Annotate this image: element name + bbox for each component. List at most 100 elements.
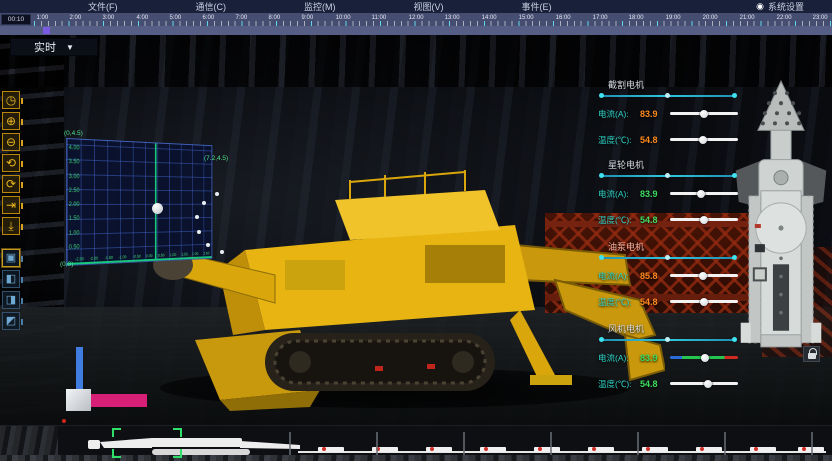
bracket-corner	[173, 428, 182, 437]
current-label: 电流(A):	[598, 108, 640, 120]
line-dot	[732, 93, 737, 98]
section-x-label: 2.50	[203, 251, 209, 256]
menu-item[interactable]: 事件(E)	[522, 0, 552, 13]
timeline-ruler[interactable]: 00:10 1:002:003:004:005:006:007:008:009:…	[0, 13, 832, 26]
motor-temperature-row: 温度(℃): 54.8	[598, 294, 738, 309]
timeline-tick-label: 14:00	[482, 14, 497, 20]
timeline-position-marker[interactable]	[43, 27, 50, 34]
panel-connector-line	[600, 95, 736, 97]
section-y-label: 1.00	[69, 230, 80, 236]
line-dot	[665, 93, 670, 98]
current-slider[interactable]	[670, 356, 738, 359]
section-y-label: 4.00	[69, 145, 80, 151]
timeline-track[interactable]	[0, 26, 832, 35]
temperature-value: 54.8	[640, 135, 666, 145]
motor-panel-title: 油泵电机	[608, 240, 738, 253]
slider-thumb[interactable]	[704, 380, 712, 388]
probe-dot	[195, 215, 199, 219]
view-preset-button[interactable]: ▣	[2, 249, 20, 267]
view-cube-icon: ◩	[6, 316, 16, 327]
view-cube-icon: ◧	[6, 274, 16, 285]
minimap-selection-box[interactable]	[112, 428, 182, 458]
current-label: 电流(A):	[598, 188, 640, 200]
cutting-section-grid: 4.003.503.002.502.001.501.000.50 -2.50-2…	[66, 138, 212, 266]
view-preset-button[interactable]: ◨	[2, 291, 20, 309]
slider-thumb[interactable]	[701, 354, 709, 362]
motor-panel: 风机电机 电流(A): 83.9 温度(℃): 54.8	[598, 322, 738, 391]
lock-icon	[808, 353, 816, 359]
current-slider[interactable]	[670, 112, 738, 115]
view-preset-button[interactable]: ◩	[2, 312, 20, 330]
lock-button[interactable]	[803, 346, 820, 362]
app-window: 文件(F) 通信(C) 监控(M) 视图(V) 事件(E) ◉ 系统设置 00:10 1…	[0, 0, 832, 461]
section-y-label: 0.50	[69, 245, 80, 251]
tool-button[interactable]: ⇥	[2, 196, 20, 214]
line-dot	[599, 93, 604, 98]
line-dot	[732, 337, 737, 342]
cutter-position-dot	[152, 203, 163, 214]
tool-icon: ⟳	[6, 178, 16, 190]
section-x-label: -1.50	[104, 255, 112, 260]
section-y-label: 3.50	[69, 159, 80, 165]
probe-dot	[215, 192, 219, 196]
timeline-tick-label: 1:00	[37, 14, 49, 20]
motor-temperature-row: 温度(℃): 54.8	[598, 212, 738, 227]
line-dot	[732, 255, 737, 260]
tool-button[interactable]: ◷	[2, 91, 20, 109]
timeline-tick-label: 11:00	[372, 14, 387, 20]
menu-item[interactable]: 监控(M)	[304, 0, 336, 13]
current-slider[interactable]	[670, 192, 738, 195]
motor-current-row: 电流(A): 83.9	[598, 186, 738, 201]
timeline-tick-label: 4:00	[136, 14, 148, 20]
timeline-cursor-readout: 00:10	[1, 14, 31, 25]
minimap-strip[interactable]	[0, 425, 832, 461]
section-y-labels: 4.003.503.002.502.001.501.000.50	[69, 145, 80, 251]
tool-button[interactable]: ⤓	[2, 217, 20, 235]
slider-thumb[interactable]	[699, 272, 707, 280]
tool-button[interactable]: ⟳	[2, 175, 20, 193]
menu-item[interactable]: 文件(F)	[88, 0, 118, 13]
slider-thumb[interactable]	[699, 136, 707, 144]
motor-temperature-row: 温度(℃): 54.8	[598, 376, 738, 391]
timeline-tick-label: 15:00	[519, 14, 534, 20]
motor-panel-title: 风机电机	[608, 322, 738, 335]
slider-thumb[interactable]	[700, 298, 708, 306]
motor-panel: 截割电机 电流(A): 83.9 温度(℃): 54.8	[598, 78, 738, 147]
bracket-corner	[112, 449, 121, 458]
line-dot	[599, 173, 604, 178]
temperature-slider[interactable]	[670, 218, 738, 221]
view-tools-toolbar: ◷ ⊕ ⊖ ⟲ ⟳ ⇥ ⤓	[2, 91, 20, 235]
timeline-tick-label: 2:00	[70, 14, 82, 20]
menu-bar: 文件(F) 通信(C) 监控(M) 视图(V) 事件(E) ◉ 系统设置	[0, 0, 832, 13]
motor-panel: 油泵电机 电流(A): 85.8 温度(℃): 54.8	[598, 240, 738, 309]
timeline-tick-label: 17:00	[592, 14, 607, 20]
view-cube-icon: ▣	[6, 253, 16, 264]
current-value: 83.9	[640, 353, 666, 363]
settings-label: 系统设置	[768, 0, 804, 13]
temperature-slider[interactable]	[670, 138, 738, 141]
motor-panel-title: 截割电机	[608, 78, 738, 91]
tool-button[interactable]: ⊕	[2, 112, 20, 130]
settings-button[interactable]: ◉ 系统设置	[756, 0, 804, 13]
temperature-slider[interactable]	[670, 382, 738, 385]
temperature-label: 温度(℃):	[598, 378, 640, 390]
3d-viewport[interactable]: 实时 ▼ ◷ ⊕ ⊖ ⟲ ⟳ ⇥ ⤓ ▣ ◧ ◨	[0, 35, 832, 425]
timeline-tick-label: 20:00	[703, 14, 718, 20]
current-slider[interactable]	[670, 274, 738, 277]
temperature-slider[interactable]	[670, 300, 738, 303]
menu-item[interactable]: 通信(C)	[196, 0, 227, 13]
menu-item[interactable]: 视图(V)	[414, 0, 444, 13]
menu-items: 文件(F) 通信(C) 监控(M) 视图(V) 事件(E)	[88, 0, 552, 13]
timeline-tick-label: 23:00	[813, 14, 828, 20]
slider-thumb[interactable]	[700, 216, 708, 224]
mode-dropdown[interactable]: 实时 ▼	[10, 38, 98, 56]
slider-thumb[interactable]	[697, 190, 705, 198]
slider-thumb[interactable]	[700, 110, 708, 118]
x-axis-bar	[91, 394, 147, 407]
tool-button[interactable]: ⟲	[2, 154, 20, 172]
section-x-label: -2.50	[75, 257, 84, 262]
timeline-tick-label: 7:00	[236, 14, 248, 20]
tool-button[interactable]: ⊖	[2, 133, 20, 151]
motor-current-row: 电流(A): 83.9	[598, 350, 738, 365]
view-preset-button[interactable]: ◧	[2, 270, 20, 288]
